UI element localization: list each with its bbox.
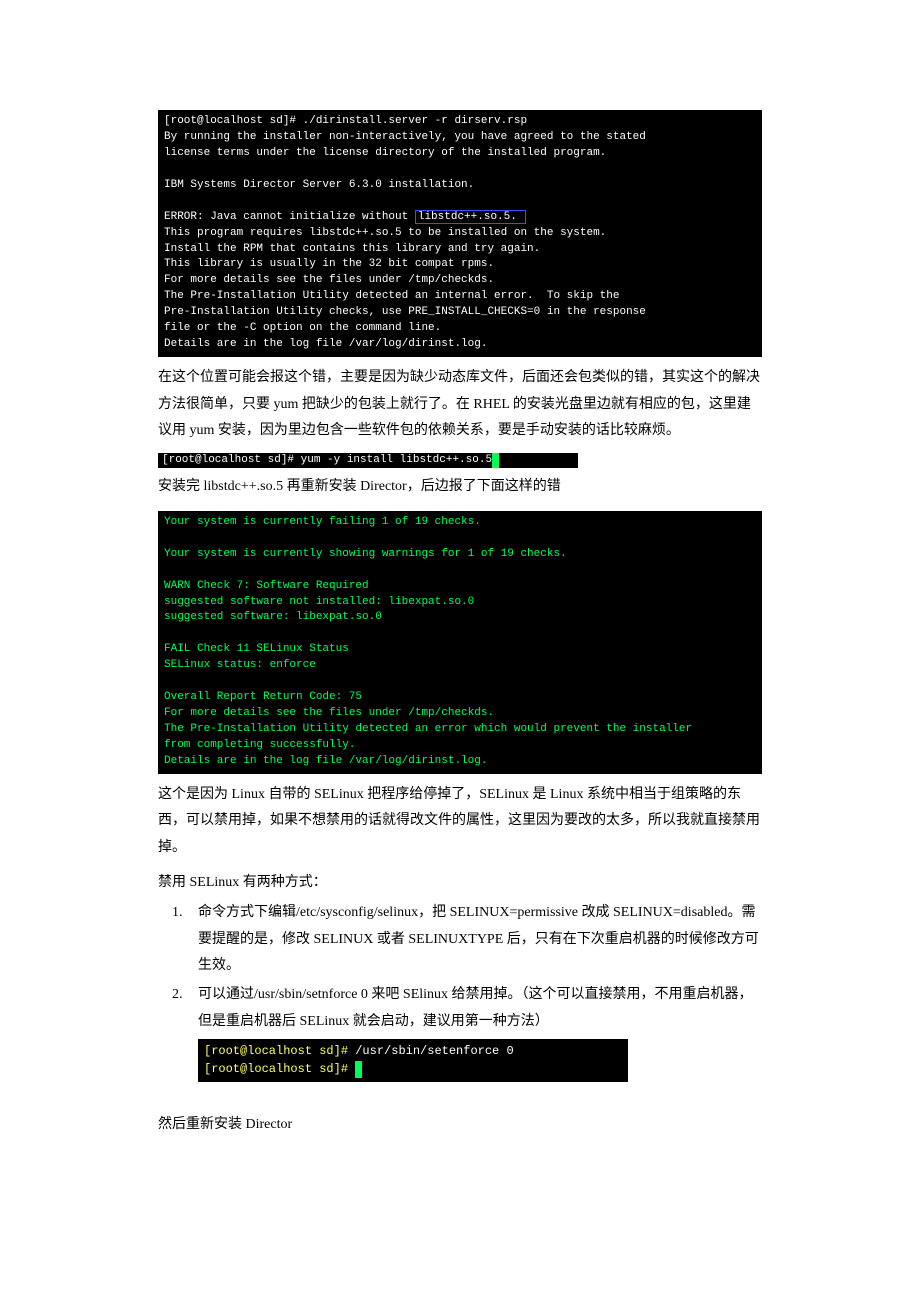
term1-highlight-box: libstdc++.so.5. — [415, 210, 527, 224]
list-text: 命令方式下编辑/etc/sysconfig/selinux，把 SELINUX=… — [198, 900, 762, 980]
term1-line14: file or the -C option on the command lin… — [164, 322, 441, 334]
term3-l4: suggested software not installed: libexp… — [164, 596, 474, 608]
terminal-block-2: [root@localhost sd]# yum -y install libs… — [158, 453, 578, 468]
term1-line13: Pre-Installation Utility checks, use PRE… — [164, 306, 646, 318]
term1-line5: IBM Systems Director Server 6.3.0 instal… — [164, 179, 474, 191]
term3-l7: SELinux status: enforce — [164, 659, 316, 671]
term4-prompt2: [root@localhost sd]# — [204, 1062, 355, 1076]
paragraph-1: 在这个位置可能会报这个错，主要是因为缺少动态库文件，后面还会包类似的错，其实这个… — [158, 365, 762, 445]
term4-cmd1: /usr/sbin/setenforce 0 — [348, 1044, 514, 1058]
term3-l1: Your system is currently failing 1 of 19… — [164, 516, 481, 528]
document-page: [root@localhost sd]# ./dirinstall.server… — [0, 0, 920, 1187]
term3-l12: Details are in the log file /var/log/dir… — [164, 755, 487, 767]
ordered-list: 1. 命令方式下编辑/etc/sysconfig/selinux，把 SELIN… — [172, 900, 762, 1082]
paragraph-4: 禁用 SELinux 有两种方式： — [158, 870, 762, 897]
term1-line12: The Pre-Installation Utility detected an… — [164, 290, 619, 302]
term1-line7a: ERROR: Java cannot initialize without — [164, 211, 415, 223]
list-number: 1. — [172, 900, 198, 980]
term3-l3: WARN Check 7: Software Required — [164, 580, 369, 592]
term2-cmd: [root@localhost sd]# yum -y install libs… — [162, 454, 492, 466]
term1-line10: This library is usually in the 32 bit co… — [164, 258, 494, 270]
term3-l6: FAIL Check 11 SELinux Status — [164, 643, 349, 655]
term4-prompt1: [root@localhost sd]# — [204, 1044, 348, 1058]
list-item: 1. 命令方式下编辑/etc/sysconfig/selinux，把 SELIN… — [172, 900, 762, 980]
term1-line11: For more details see the files under /tm… — [164, 274, 494, 286]
paragraph-5: 然后重新安装 Director — [158, 1112, 762, 1139]
cursor-icon — [492, 453, 499, 468]
list-text-wrap: 可以通过/usr/sbin/setnforce 0 来吧 SElinux 给禁用… — [198, 982, 762, 1082]
terminal-block-4: [root@localhost sd]# /usr/sbin/setenforc… — [198, 1039, 628, 1082]
term1-line9: Install the RPM that contains this libra… — [164, 243, 540, 255]
term3-l8: Overall Report Return Code: 75 — [164, 691, 362, 703]
term3-l5: suggested software: libexpat.so.0 — [164, 611, 382, 623]
paragraph-3: 这个是因为 Linux 自带的 SELinux 把程序给停掉了，SELinux … — [158, 782, 762, 862]
list-number: 2. — [172, 982, 198, 1082]
term1-line3: license terms under the license director… — [164, 147, 606, 159]
term1-line1: [root@localhost sd]# ./dirinstall.server… — [164, 115, 527, 127]
term3-l2: Your system is currently showing warning… — [164, 548, 567, 560]
list-text: 可以通过/usr/sbin/setnforce 0 来吧 SElinux 给禁用… — [198, 987, 753, 1029]
term1-line8: This program requires libstdc++.so.5 to … — [164, 227, 606, 239]
term3-l11: from completing successfully. — [164, 739, 355, 751]
term3-l9: For more details see the files under /tm… — [164, 707, 494, 719]
terminal-block-3: Your system is currently failing 1 of 19… — [158, 511, 762, 774]
term1-line2: By running the installer non-interactive… — [164, 131, 646, 143]
cursor-icon — [355, 1061, 362, 1078]
term3-l10: The Pre-Installation Utility detected an… — [164, 723, 692, 735]
terminal-block-1: [root@localhost sd]# ./dirinstall.server… — [158, 110, 762, 357]
paragraph-2: 安装完 libstdc++.so.5 再重新安装 Director，后边报了下面… — [158, 474, 762, 501]
term1-line15: Details are in the log file /var/log/dir… — [164, 338, 487, 350]
list-item: 2. 可以通过/usr/sbin/setnforce 0 来吧 SElinux … — [172, 982, 762, 1082]
